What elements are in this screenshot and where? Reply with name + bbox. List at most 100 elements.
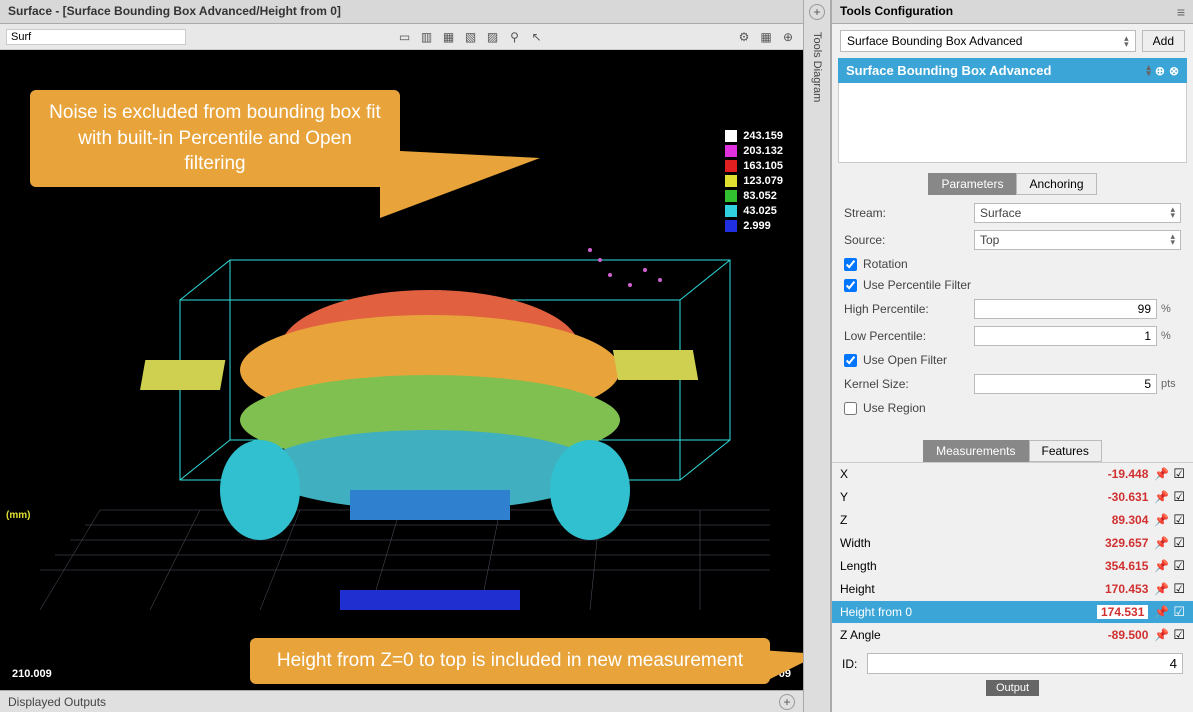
surface-dropdown[interactable] [6, 29, 186, 45]
stream-value: Surface [980, 206, 1021, 220]
zoom-icon[interactable]: ⚲ [506, 28, 524, 46]
measurement-enable-checkbox[interactable]: ☑ [1173, 604, 1185, 620]
measurement-row[interactable]: Z Angle-89.500📌☑ [832, 624, 1193, 647]
tool-duplicate-icon[interactable]: ⊕ [1155, 64, 1165, 78]
panel-menu-icon[interactable]: ≡ [1177, 4, 1185, 19]
use-region-checkbox[interactable] [844, 402, 857, 415]
stream-select[interactable]: Surface▴▾ [974, 203, 1181, 223]
3d-viewer[interactable]: 243.159 203.132 163.105 123.079 83.052 4… [0, 50, 803, 690]
legend-swatch [725, 220, 737, 232]
pin-icon[interactable]: 📌 [1154, 605, 1169, 619]
rotation-label: Rotation [863, 257, 908, 271]
pin-icon[interactable]: 📌 [1154, 559, 1169, 573]
output-tabs: Measurements Features [832, 440, 1193, 462]
pin-icon[interactable]: 📌 [1154, 467, 1169, 481]
tab-parameters[interactable]: Parameters [928, 173, 1016, 195]
tab-anchoring[interactable]: Anchoring [1016, 173, 1096, 195]
measurement-enable-checkbox[interactable]: ☑ [1173, 535, 1185, 551]
pin-icon[interactable]: 📌 [1154, 490, 1169, 504]
tools-diagram-sidebar[interactable]: + Tools Diagram [803, 0, 831, 712]
measurement-row[interactable]: Y-30.631📌☑ [832, 486, 1193, 509]
legend-value: 243.159 [743, 130, 783, 142]
measurement-row[interactable]: Height from 0174.531📌☑ [832, 601, 1193, 624]
link-icon[interactable]: ⚙ [735, 28, 753, 46]
unit-label: (mm) [6, 510, 30, 521]
measurement-enable-checkbox[interactable]: ☑ [1173, 466, 1185, 482]
source-select[interactable]: Top▴▾ [974, 230, 1181, 250]
low-percentile-label: Low Percentile: [844, 329, 974, 343]
view-mode-icon-4[interactable]: ▧ [462, 28, 480, 46]
measurement-enable-checkbox[interactable]: ☑ [1173, 627, 1185, 643]
measurement-enable-checkbox[interactable]: ☑ [1173, 558, 1185, 574]
legend-value: 203.132 [743, 145, 783, 157]
legend-value: 2.999 [743, 220, 771, 232]
pct-unit: % [1161, 330, 1181, 342]
measurement-label: Width [840, 536, 1105, 550]
view-mode-icon-2[interactable]: ▥ [418, 28, 436, 46]
legend-swatch [725, 205, 737, 217]
measurement-value: 170.453 [1105, 582, 1148, 596]
annotation-callout-2: Height from Z=0 to top is included in ne… [250, 638, 770, 684]
measurement-row[interactable]: Height170.453 📌 ☑ [832, 578, 1193, 601]
low-percentile-input[interactable] [974, 326, 1157, 346]
percentile-filter-label: Use Percentile Filter [863, 278, 971, 292]
param-tabs: Parameters Anchoring [832, 173, 1193, 195]
tab-measurements[interactable]: Measurements [923, 440, 1028, 462]
pin-icon[interactable]: 📌 [1154, 628, 1169, 642]
measurement-enable-checkbox[interactable]: ☑ [1173, 512, 1185, 528]
legend-value: 123.079 [743, 175, 783, 187]
color-legend: 243.159 203.132 163.105 123.079 83.052 4… [725, 130, 783, 232]
panel-title: Tools Configuration [840, 4, 953, 19]
measurement-enable-checkbox[interactable]: ☑ [1173, 581, 1185, 597]
pin-icon[interactable]: 📌 [1154, 536, 1169, 550]
kernel-size-input[interactable] [974, 374, 1157, 394]
output-tab[interactable]: Output [986, 680, 1039, 696]
tab-features[interactable]: Features [1029, 440, 1102, 462]
tool-select-value: Surface Bounding Box Advanced [847, 34, 1022, 48]
view-mode-icon-1[interactable]: ▭ [396, 28, 414, 46]
viewer-toolbar: ▭ ▥ ▦ ▧ ▨ ⚲ ↖ ⚙ ▦ ⊕ [0, 24, 803, 50]
tool-reorder-icon[interactable]: ▴▾ [1146, 64, 1151, 78]
measurement-row[interactable]: Width329.657 📌 ☑ [832, 532, 1193, 555]
measurement-label: Length [840, 559, 1105, 573]
pct-unit: % [1161, 303, 1181, 315]
expand-diagram-button[interactable]: + [809, 4, 825, 20]
annotation-callout-1: Noise is excluded from bounding box fit … [30, 90, 400, 187]
use-region-label: Use Region [863, 401, 926, 415]
measurement-value: 89.304 [1112, 513, 1149, 527]
open-filter-checkbox[interactable] [844, 354, 857, 367]
legend-swatch [725, 130, 737, 142]
id-input[interactable] [867, 653, 1183, 674]
legend-swatch [725, 175, 737, 187]
high-percentile-input[interactable] [974, 299, 1157, 319]
open-filter-label: Use Open Filter [863, 353, 947, 367]
legend-swatch [725, 145, 737, 157]
coord-bottom-left: 210.009 [12, 668, 52, 680]
pointer-icon[interactable]: ↖ [528, 28, 546, 46]
add-view-icon[interactable]: ⊕ [779, 28, 797, 46]
measurements-list: X-19.448📌☑Y-30.631📌☑Z89.304📌☑Width329.65… [832, 462, 1193, 647]
measurement-row[interactable]: Z89.304📌☑ [832, 509, 1193, 532]
rotation-checkbox[interactable] [844, 258, 857, 271]
stream-label: Stream: [844, 206, 974, 220]
pin-icon[interactable]: 📌 [1154, 513, 1169, 527]
pin-icon[interactable]: 📌 [1154, 582, 1169, 596]
measurement-label: Y [840, 490, 1108, 504]
measurement-value: -19.448 [1108, 467, 1149, 481]
tool-header-bar[interactable]: Surface Bounding Box Advanced ▴▾ ⊕ ⊗ [838, 58, 1187, 83]
percentile-filter-checkbox[interactable] [844, 279, 857, 292]
measurement-value: 329.657 [1105, 536, 1148, 550]
window-title: Surface - [Surface Bounding Box Advanced… [0, 0, 803, 24]
measurement-row[interactable]: X-19.448 📌 ☑ [832, 463, 1193, 486]
view-mode-icon-3[interactable]: ▦ [440, 28, 458, 46]
tool-select-dropdown[interactable]: Surface Bounding Box Advanced ▴▾ [840, 30, 1136, 52]
tool-remove-icon[interactable]: ⊗ [1169, 64, 1179, 78]
measurement-row[interactable]: Length354.615📌☑ [832, 555, 1193, 578]
view-mode-icon-5[interactable]: ▨ [484, 28, 502, 46]
add-tool-button[interactable]: Add [1142, 30, 1185, 52]
measurement-enable-checkbox[interactable]: ☑ [1173, 489, 1185, 505]
settings-icon[interactable]: ▦ [757, 28, 775, 46]
measurement-label: X [840, 467, 1108, 481]
measurement-label: Height [840, 582, 1105, 596]
add-output-button[interactable]: + [779, 694, 795, 710]
